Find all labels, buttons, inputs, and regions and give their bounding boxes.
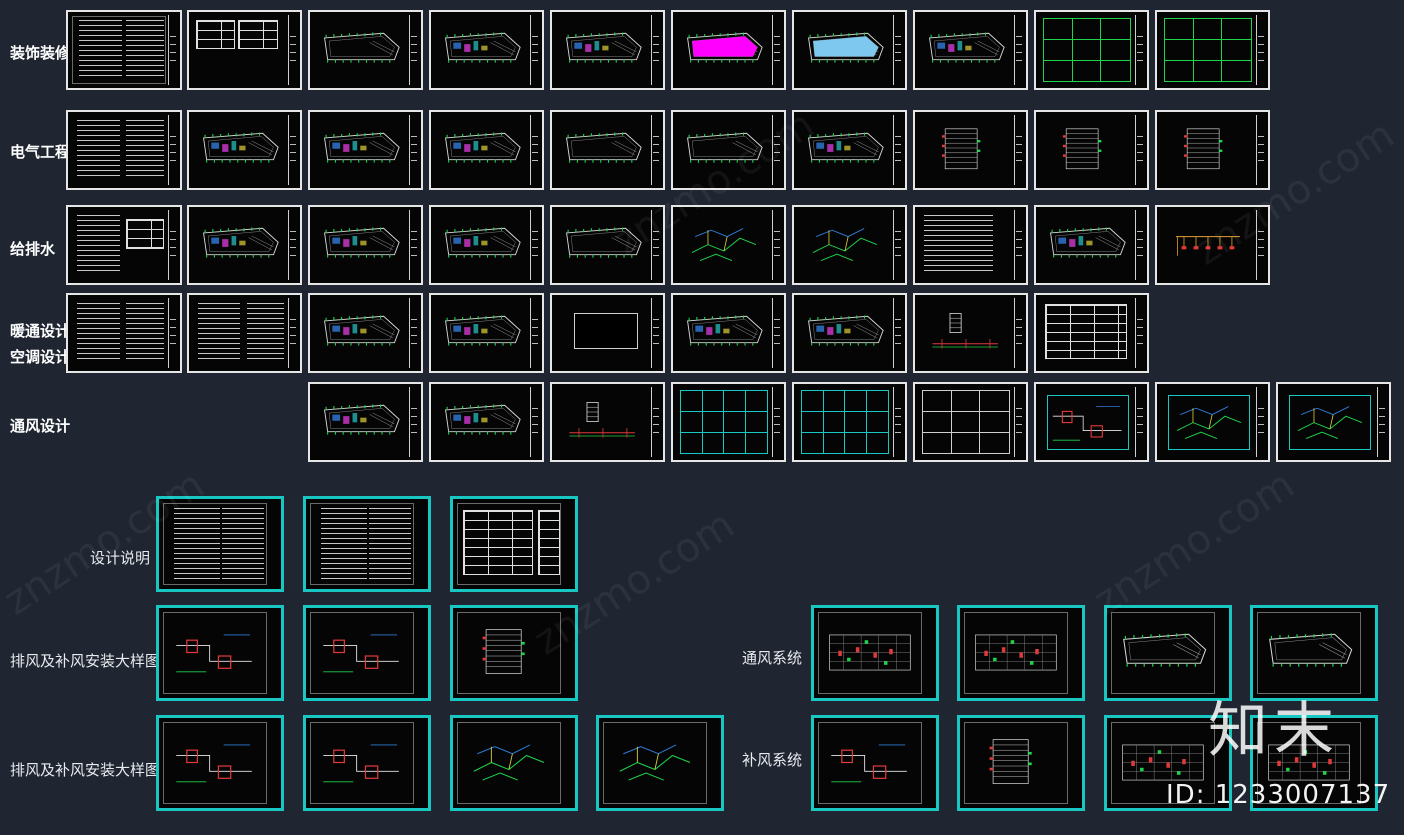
drawing-sheet-plumb-09[interactable] bbox=[1034, 205, 1149, 285]
drawing-sheet-plumb-08[interactable] bbox=[913, 205, 1028, 285]
drawing-sheet-vent-01[interactable] bbox=[308, 382, 423, 462]
detail-sheet-install-a-01[interactable] bbox=[156, 605, 284, 701]
drawing-sheet-plumb-06[interactable] bbox=[671, 205, 786, 285]
drawing-sheet-elec-08[interactable] bbox=[913, 110, 1028, 190]
drawing-sheet-deco-01[interactable] bbox=[66, 10, 182, 90]
drawing-sheet-hvac-03[interactable] bbox=[308, 293, 423, 373]
detail-sheet-notes-02[interactable] bbox=[303, 496, 431, 592]
detail-sheet-install-b-03[interactable] bbox=[450, 715, 578, 811]
drawing-sheet-deco-07[interactable] bbox=[792, 10, 907, 90]
watermark-text: znzmo.com bbox=[1085, 461, 1303, 625]
brand-logo: 知末 bbox=[1208, 696, 1340, 766]
drawing-sheet-deco-03[interactable] bbox=[308, 10, 423, 90]
drawing-sheet-elec-03[interactable] bbox=[308, 110, 423, 190]
row-label-electrical: 电气工程 bbox=[10, 143, 71, 161]
system-sheet-vent-01[interactable] bbox=[811, 605, 939, 701]
drawing-sheet-elec-01[interactable] bbox=[66, 110, 182, 190]
drawing-sheet-deco-04[interactable] bbox=[429, 10, 544, 90]
drawing-sheet-vent-05[interactable] bbox=[792, 382, 907, 462]
label-makeup-system: 补风系统 bbox=[742, 751, 803, 769]
row-label-hvac-1: 暖通设计 bbox=[10, 322, 71, 340]
label-install-detail-1: 排风及补风安装大样图 bbox=[10, 652, 161, 670]
drawing-sheet-vent-08[interactable] bbox=[1155, 382, 1270, 462]
drawing-sheet-elec-07[interactable] bbox=[792, 110, 907, 190]
drawing-sheet-plumb-04[interactable] bbox=[429, 205, 544, 285]
drawing-sheet-deco-02[interactable] bbox=[187, 10, 302, 90]
drawing-sheet-deco-09[interactable] bbox=[1034, 10, 1149, 90]
row-label-plumbing: 给排水 bbox=[10, 240, 56, 258]
drawing-sheet-hvac-09[interactable] bbox=[1034, 293, 1149, 373]
drawing-sheet-vent-06[interactable] bbox=[913, 382, 1028, 462]
drawing-sheet-plumb-02[interactable] bbox=[187, 205, 302, 285]
drawing-sheet-hvac-04[interactable] bbox=[429, 293, 544, 373]
system-sheet-makeup-01[interactable] bbox=[811, 715, 939, 811]
drawing-sheet-vent-03[interactable] bbox=[550, 382, 665, 462]
drawing-sheet-elec-09[interactable] bbox=[1034, 110, 1149, 190]
detail-sheet-install-b-04[interactable] bbox=[596, 715, 724, 811]
label-ventilation-system: 通风系统 bbox=[742, 649, 803, 667]
drawing-sheet-hvac-08[interactable] bbox=[913, 293, 1028, 373]
drawing-sheet-plumb-05[interactable] bbox=[550, 205, 665, 285]
detail-sheet-install-b-01[interactable] bbox=[156, 715, 284, 811]
drawing-sheet-deco-05[interactable] bbox=[550, 10, 665, 90]
label-design-notes: 设计说明 bbox=[90, 549, 151, 567]
detail-sheet-notes-01[interactable] bbox=[156, 496, 284, 592]
drawing-sheet-vent-09[interactable] bbox=[1276, 382, 1391, 462]
detail-sheet-install-b-02[interactable] bbox=[303, 715, 431, 811]
row-label-hvac: 暖通设计 空调设计 bbox=[10, 318, 70, 370]
drawing-sheet-elec-06[interactable] bbox=[671, 110, 786, 190]
row-label-ventilation: 通风设计 bbox=[10, 417, 71, 435]
drawing-sheet-elec-05[interactable] bbox=[550, 110, 665, 190]
label-install-detail-2: 排风及补风安装大样图 bbox=[10, 761, 161, 779]
system-sheet-vent-04[interactable] bbox=[1250, 605, 1378, 701]
drawing-sheet-vent-04[interactable] bbox=[671, 382, 786, 462]
drawing-sheet-vent-07[interactable] bbox=[1034, 382, 1149, 462]
row-label-decoration: 装饰装修 bbox=[10, 44, 71, 62]
drawing-sheet-hvac-07[interactable] bbox=[792, 293, 907, 373]
drawing-sheet-elec-10[interactable] bbox=[1155, 110, 1270, 190]
drawing-sheet-deco-06[interactable] bbox=[671, 10, 786, 90]
drawing-sheet-hvac-06[interactable] bbox=[671, 293, 786, 373]
system-sheet-makeup-02[interactable] bbox=[957, 715, 1085, 811]
detail-sheet-install-a-03[interactable] bbox=[450, 605, 578, 701]
system-sheet-vent-02[interactable] bbox=[957, 605, 1085, 701]
asset-id: ID: 1233007137 bbox=[1166, 780, 1391, 810]
system-sheet-vent-03[interactable] bbox=[1104, 605, 1232, 701]
drawing-sheet-deco-08[interactable] bbox=[913, 10, 1028, 90]
drawing-sheet-elec-04[interactable] bbox=[429, 110, 544, 190]
detail-sheet-notes-03[interactable] bbox=[450, 496, 578, 592]
drawing-sheet-plumb-01[interactable] bbox=[66, 205, 182, 285]
drawing-sheet-vent-02[interactable] bbox=[429, 382, 544, 462]
drawing-sheet-hvac-01[interactable] bbox=[66, 293, 182, 373]
row-label-hvac-2: 空调设计 bbox=[10, 348, 71, 366]
drawing-sheet-plumb-10[interactable] bbox=[1155, 205, 1270, 285]
drawing-sheet-hvac-02[interactable] bbox=[187, 293, 302, 373]
detail-sheet-install-a-02[interactable] bbox=[303, 605, 431, 701]
drawing-sheet-plumb-07[interactable] bbox=[792, 205, 907, 285]
drawing-sheet-hvac-05[interactable] bbox=[550, 293, 665, 373]
drawing-sheet-deco-10[interactable] bbox=[1155, 10, 1270, 90]
drawing-sheet-plumb-03[interactable] bbox=[308, 205, 423, 285]
drawing-sheet-elec-02[interactable] bbox=[187, 110, 302, 190]
